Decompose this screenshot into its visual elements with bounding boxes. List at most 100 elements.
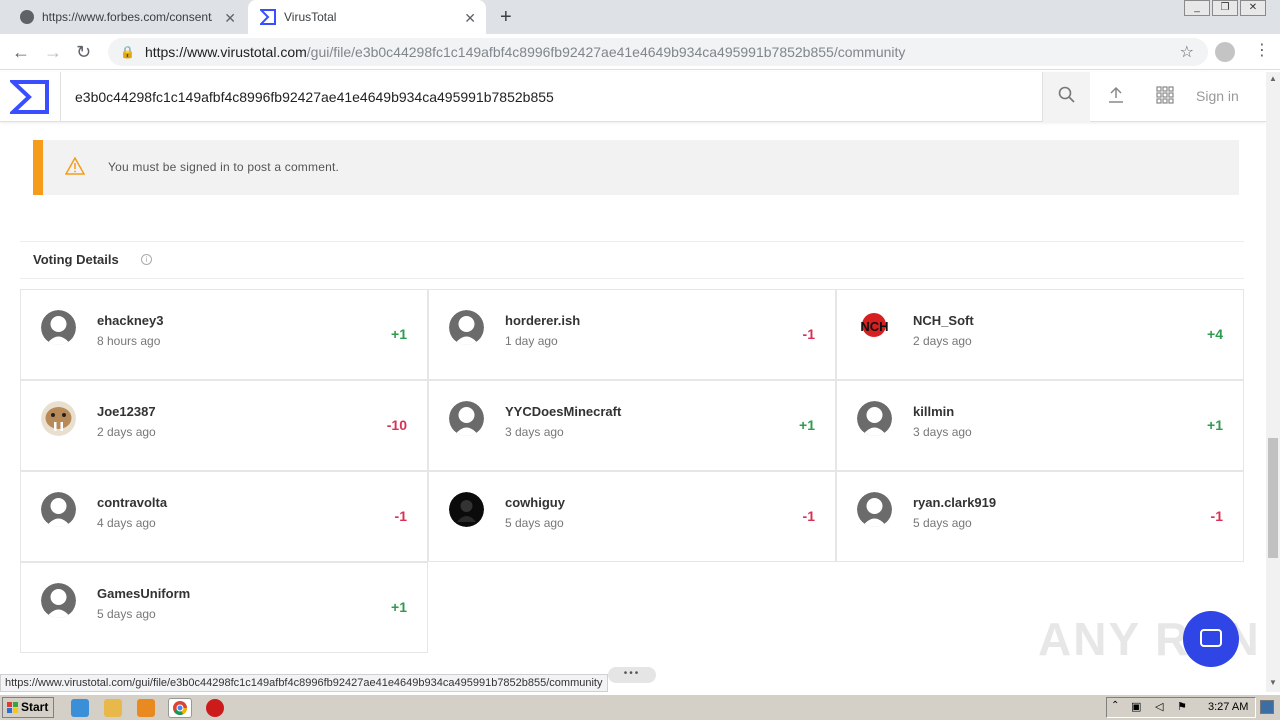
- volume-icon[interactable]: ◁: [1155, 700, 1163, 713]
- scrollbar-thumb[interactable]: [1268, 438, 1278, 558]
- user-avatar[interactable]: [857, 492, 892, 527]
- new-tab-icon[interactable]: +: [500, 6, 512, 29]
- chrome-taskbar-button[interactable]: [168, 698, 192, 718]
- vote-score: +1: [391, 326, 407, 342]
- warning-message: You must be signed in to post a comment.: [108, 160, 340, 174]
- network-icon[interactable]: ▣: [1131, 700, 1141, 713]
- start-button[interactable]: Start: [2, 697, 54, 718]
- voter-username[interactable]: killmin: [913, 404, 954, 419]
- vote-score: +1: [1207, 417, 1223, 433]
- vote-card: GamesUniform 5 days ago +1: [20, 562, 428, 653]
- avatar-image-icon: [857, 401, 892, 436]
- vote-score: -10: [386, 417, 407, 433]
- browser-menu-icon[interactable]: ⋮: [1254, 40, 1270, 60]
- vote-card: YYCDoesMinecraft 3 days ago +1: [428, 380, 836, 471]
- status-bar-url: https://www.virustotal.com/gui/file/e3b0…: [0, 674, 608, 692]
- vote-score: -1: [802, 326, 815, 342]
- user-avatar[interactable]: [857, 401, 892, 436]
- virustotal-logo-icon[interactable]: [10, 79, 50, 115]
- tab-title: https://www.forbes.com/consent/?t: [42, 10, 212, 24]
- voter-username[interactable]: ryan.clark919: [913, 495, 996, 510]
- user-avatar[interactable]: [449, 310, 484, 345]
- user-avatar[interactable]: [41, 492, 76, 527]
- vote-card: horderer.ish 1 day ago -1: [428, 289, 836, 380]
- ie-icon[interactable]: [71, 699, 89, 717]
- tab-forbes[interactable]: https://www.forbes.com/consent/?t ✕: [8, 0, 246, 34]
- chat-fab-button[interactable]: [1183, 611, 1239, 667]
- chat-icon: [1200, 629, 1222, 647]
- profile-avatar-icon[interactable]: [1215, 42, 1235, 62]
- info-icon[interactable]: i: [141, 254, 152, 265]
- user-avatar[interactable]: [449, 492, 484, 527]
- voter-username[interactable]: GamesUniform: [97, 586, 190, 601]
- sign-in-link[interactable]: Sign in: [1196, 88, 1239, 104]
- user-avatar[interactable]: [41, 401, 76, 436]
- voter-username[interactable]: NCH_Soft: [913, 313, 974, 328]
- warning-icon: [65, 157, 85, 175]
- tray-expand-icon[interactable]: ⌃: [1111, 700, 1119, 711]
- user-avatar[interactable]: [41, 583, 76, 618]
- avatar-image-icon: [41, 492, 76, 527]
- close-tab-icon[interactable]: ✕: [464, 10, 476, 27]
- virustotal-favicon-icon: [260, 9, 276, 25]
- back-icon[interactable]: ←: [12, 42, 30, 63]
- svg-text:NCH: NCH: [860, 319, 888, 334]
- divider: [20, 241, 1244, 242]
- vote-score: +4: [1207, 326, 1223, 342]
- user-avatar[interactable]: [41, 310, 76, 345]
- avatar-image-icon: NCH: [857, 310, 892, 345]
- close-window-icon[interactable]: ✕: [1240, 0, 1266, 16]
- explorer-folder-icon[interactable]: [104, 699, 122, 717]
- avatar-image-icon: [449, 401, 484, 436]
- search-icon: [1058, 86, 1075, 103]
- upload-icon[interactable]: [1107, 86, 1125, 104]
- vote-score: +1: [799, 417, 815, 433]
- scroll-down-icon[interactable]: ▼: [1269, 678, 1277, 687]
- reload-icon[interactable]: ↻: [76, 42, 91, 63]
- vt-search-input[interactable]: e3b0c44298fc1c149afbf4c8996fb92427ae41e4…: [60, 72, 1042, 122]
- vote-score: -1: [394, 508, 407, 524]
- forward-icon[interactable]: →: [44, 42, 62, 63]
- page-scrollbar[interactable]: ▲ ▼: [1266, 72, 1280, 692]
- windows-flag-icon: [7, 702, 18, 713]
- windows-taskbar: Start ⌃ ▣ ◁ ⚑ 3:27 AM: [0, 694, 1280, 720]
- vote-time: 2 days ago: [97, 425, 156, 439]
- show-desktop-icon[interactable]: [1260, 700, 1274, 714]
- scroll-up-icon[interactable]: ▲: [1269, 74, 1277, 83]
- opera-icon[interactable]: [206, 699, 224, 717]
- bookmark-star-icon[interactable]: ☆: [1180, 42, 1194, 62]
- vote-time: 5 days ago: [505, 516, 564, 530]
- chrome-icon: [173, 701, 187, 715]
- voter-username[interactable]: ehackney3: [97, 313, 164, 328]
- voter-username[interactable]: contravolta: [97, 495, 167, 510]
- close-tab-icon[interactable]: ✕: [224, 10, 236, 27]
- address-bar[interactable]: 🔒 https://www.virustotal.com/gui/file/e3…: [108, 38, 1208, 66]
- minimize-icon[interactable]: _: [1184, 0, 1210, 16]
- voter-username[interactable]: cowhiguy: [505, 495, 565, 510]
- vote-card: Joe12387 2 days ago -10: [20, 380, 428, 471]
- vote-card: ryan.clark919 5 days ago -1: [836, 471, 1244, 562]
- more-options-icon[interactable]: •••: [608, 667, 656, 683]
- voter-username[interactable]: horderer.ish: [505, 313, 580, 328]
- vote-card: cowhiguy 5 days ago -1: [428, 471, 836, 562]
- vote-time: 8 hours ago: [97, 334, 161, 348]
- apps-grid-icon[interactable]: [1156, 86, 1174, 104]
- voter-username[interactable]: YYCDoesMinecraft: [505, 404, 621, 419]
- vote-card: ehackney3 8 hours ago +1: [20, 289, 428, 380]
- user-avatar[interactable]: [449, 401, 484, 436]
- taskbar-clock: 3:27 AM: [1208, 701, 1249, 713]
- vote-time: 3 days ago: [913, 425, 972, 439]
- vote-time: 5 days ago: [97, 607, 156, 621]
- user-avatar[interactable]: NCH: [857, 310, 892, 345]
- tab-virustotal[interactable]: VirusTotal ✕: [248, 0, 486, 34]
- media-player-icon[interactable]: [137, 699, 155, 717]
- voter-username[interactable]: Joe12387: [97, 404, 156, 419]
- action-center-flag-icon[interactable]: ⚑: [1177, 700, 1187, 713]
- window-controls: _ ❐ ✕: [1182, 0, 1266, 16]
- avatar-image-icon: [857, 492, 892, 527]
- lock-icon: 🔒: [120, 45, 135, 59]
- vote-score: -1: [802, 508, 815, 524]
- search-button[interactable]: [1042, 72, 1090, 122]
- restore-icon[interactable]: ❐: [1212, 0, 1238, 16]
- avatar-image-icon: [41, 310, 76, 345]
